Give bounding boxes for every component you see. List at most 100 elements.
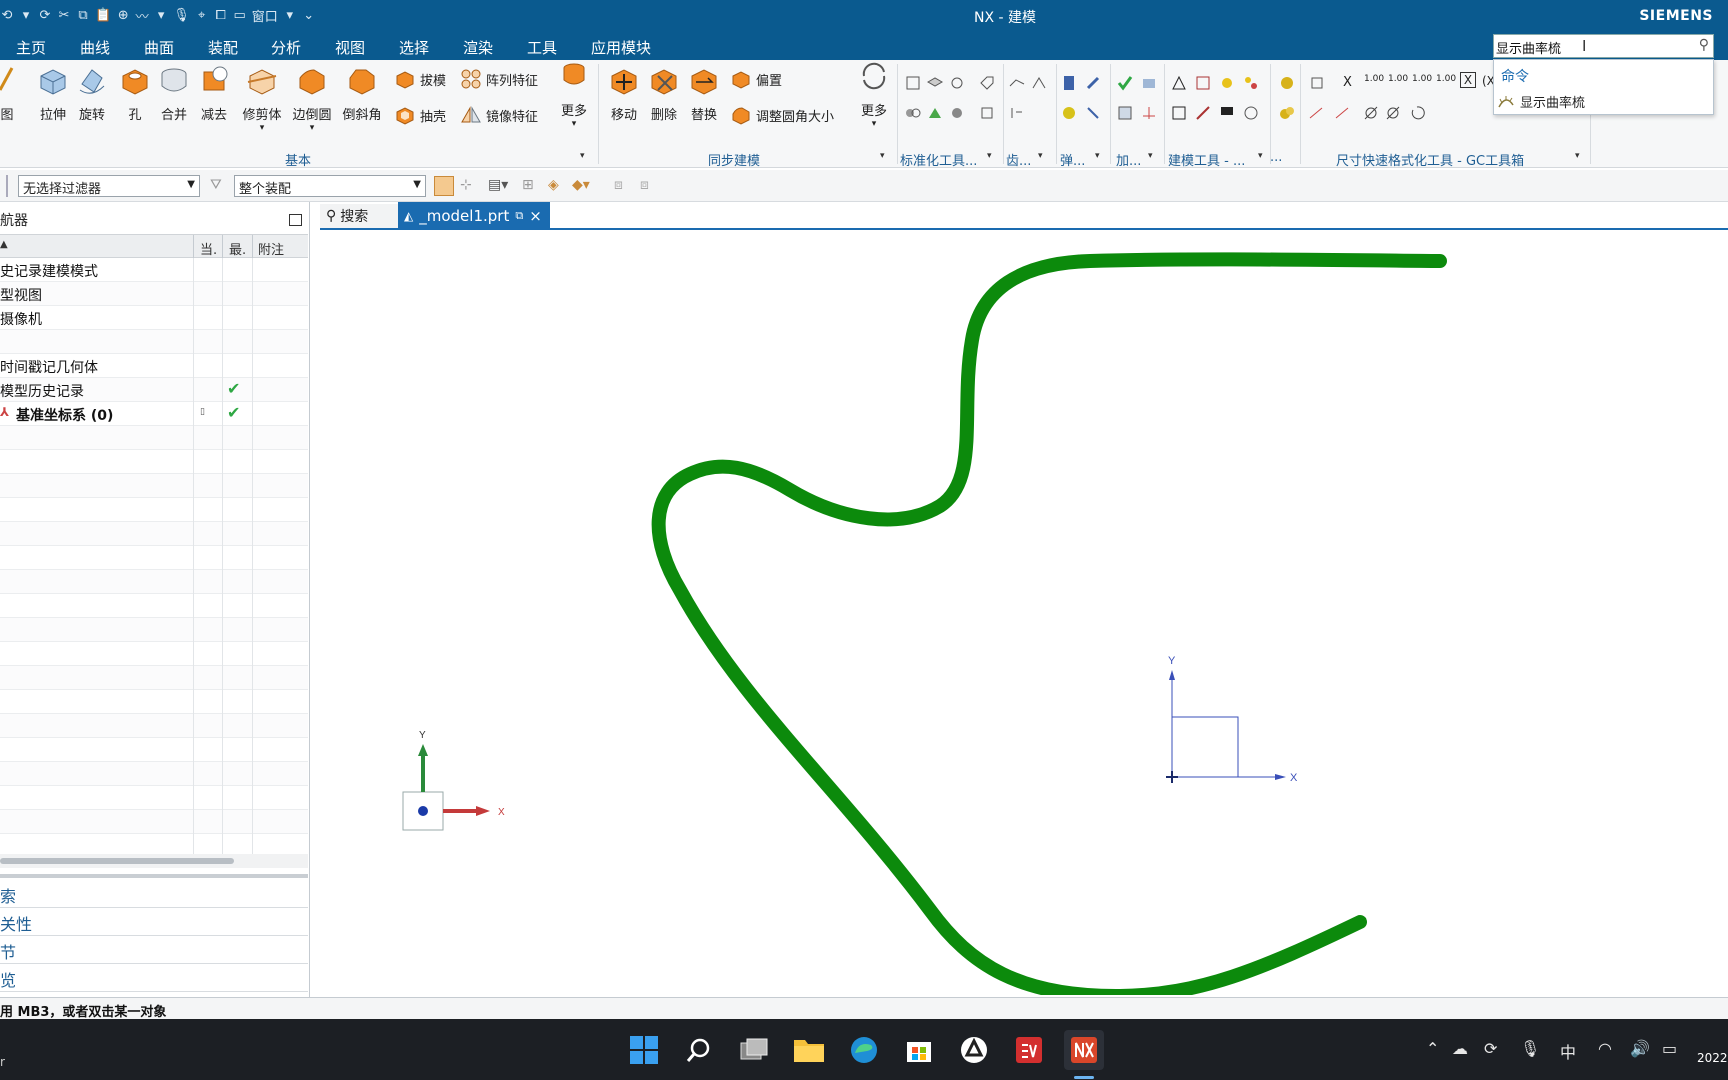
reset-icon[interactable] [1408,104,1426,122]
copy-icon[interactable]: ⧉ [76,8,90,23]
gear-icon[interactable] [1030,74,1048,92]
window-icon[interactable]: ▭ [233,8,247,23]
undock-icon[interactable]: ⧉ [515,209,523,223]
layer-icon[interactable] [926,74,944,92]
type-filter-select[interactable]: 无选择过滤器 ▼ [18,175,200,197]
dim-box-x-icon[interactable]: X [1460,72,1476,88]
tab-select[interactable]: 选择 [399,37,429,58]
tab-tools[interactable]: 工具 [527,37,557,58]
work-coordinate-system[interactable]: Y X [1166,655,1298,784]
microphone-icon[interactable]: 🎙 [1520,1039,1540,1058]
chamfer-button[interactable]: 倒斜角 [340,64,384,123]
triangle-icon[interactable] [1170,74,1188,92]
dropdown-icon[interactable]: ▾ [240,123,284,133]
more-sync-button[interactable]: 更多 ▾ [856,60,892,129]
result-show-curvature-comb[interactable]: 显示曲率梳 [1498,92,1585,111]
dim-format-4[interactable]: 1.00 [1436,74,1456,84]
assembly-icon[interactable]: ⧈ [640,177,649,193]
section-preview[interactable]: 览 [0,964,308,992]
fit-icon[interactable] [1218,104,1236,122]
nav-row-datum-csys[interactable]: ⅄ 基准坐标系 (0) ▯ ✔ [0,402,308,426]
tab-model[interactable]: ◭ _model1.prt ⧉ × [398,202,550,230]
tab-search[interactable]: ⚲ 搜索 [320,204,398,228]
sketch-button[interactable]: 图 [0,64,14,123]
section-details[interactable]: 节 [0,936,308,964]
more-basic-button[interactable]: 更多 ▾ [556,60,592,129]
sort-ascending-icon[interactable]: ▲ [0,239,8,250]
tool-icon[interactable] [904,74,922,92]
curve-comb-icon[interactable]: 〰 [135,6,149,25]
selection-mode-icon[interactable]: ▤▾ [488,177,508,193]
offset-region-button[interactable]: 偏置 [730,68,782,90]
tab-analysis[interactable]: 分析 [271,37,301,58]
dropdown-icon[interactable]: ▾ [283,8,297,23]
star-tool-icon[interactable] [1218,74,1236,92]
axis-icon[interactable] [1140,104,1158,122]
machining-icon[interactable] [1140,74,1158,92]
dropdown-icon[interactable]: ▾ [19,8,33,23]
delete-face-button[interactable]: 删除 [646,64,682,123]
dropdown-icon[interactable]: ▾ [290,123,334,133]
color-icon[interactable] [926,104,944,122]
app-button[interactable] [954,1030,994,1070]
view-triad[interactable]: Y X [402,730,505,831]
filter-icon[interactable]: ⛛ [210,177,222,193]
graphics-canvas[interactable]: Y X Y X [320,230,1728,995]
select-all-icon[interactable]: ⊞ [522,177,534,193]
column-notes[interactable]: 附注 [258,239,284,258]
gold-parts-icon[interactable] [1278,104,1296,122]
edge-browser-button[interactable] [844,1030,884,1070]
dim-format-2[interactable]: 1.00 [1388,74,1408,84]
mirror-feature-button[interactable]: 镜像特征 [460,104,538,126]
pattern-feature-button[interactable]: 阵列特征 [460,68,538,90]
column-current[interactable]: 当. [200,239,217,258]
spring-edit-icon[interactable] [1084,74,1102,92]
dimension-angle-icon[interactable] [1334,104,1352,122]
task-view-button[interactable] [734,1030,774,1070]
spring-icon[interactable] [1060,74,1078,92]
maximize-icon[interactable] [289,214,302,226]
drawing-icon[interactable] [1194,74,1212,92]
dropdown-icon[interactable]: ▾ [1148,151,1153,161]
redo-icon[interactable]: ⟳ [38,8,52,23]
tab-applications[interactable]: 应用模块 [591,37,651,58]
ime-indicator[interactable]: 中 [1560,1039,1576,1063]
store-button[interactable] [899,1030,939,1070]
nav-row-history-mode[interactable]: 史记录建模模式 [0,258,308,282]
window-menu[interactable]: 窗口 [252,6,278,25]
settings-icon[interactable] [948,74,966,92]
dim-x[interactable]: X [1343,75,1352,90]
group-basic-expand-icon[interactable]: ▾ [580,151,585,161]
measure-icon[interactable] [1242,104,1260,122]
column-latest[interactable]: 最. [229,239,246,258]
clock[interactable]: 2022 [1697,1051,1728,1065]
trim-body-button[interactable]: 修剪体 ▾ [240,64,284,133]
dropdown-icon[interactable]: ▾ [1258,151,1263,161]
section-dependencies[interactable]: 索 [0,880,308,908]
select-body-icon[interactable]: ◈ [548,177,559,193]
battery-icon[interactable]: ▭ [1662,1039,1677,1058]
dropdown-icon[interactable]: ▾ [856,119,892,129]
graphics-window[interactable]: Y X Y X [320,230,1728,995]
spring-coil-icon[interactable] [1060,104,1078,122]
scope-select[interactable]: 整个装配 ▼ [234,175,426,197]
close-icon[interactable]: × [529,207,542,225]
dropdown-icon[interactable]: ▾ [556,119,592,129]
dimension-tool-icon[interactable] [1308,74,1326,92]
draft-button[interactable]: 拔模 [394,68,446,90]
check-tool-icon[interactable] [1116,74,1134,92]
revolve-button[interactable]: 旋转 [74,64,110,123]
extrude-button[interactable]: 拉伸 [35,64,71,123]
snap-icon[interactable]: ⊹ [460,177,472,193]
gear-tool-icon[interactable] [1008,74,1026,92]
panel-splitter[interactable] [0,874,308,878]
edit-icon[interactable] [1194,104,1212,122]
nav-row-model-history[interactable]: 模型历史记录 ✔ [0,378,308,402]
nav-row-cameras[interactable]: 摄像机 [0,306,308,330]
volume-icon[interactable]: 🔊 [1630,1039,1650,1058]
nx-button[interactable] [1064,1030,1104,1070]
spring-delete-icon[interactable] [1084,104,1102,122]
tab-render[interactable]: 渲染 [463,37,493,58]
unite-button[interactable]: 合并 [156,64,192,123]
undo-icon[interactable]: ⟲ [0,8,14,23]
